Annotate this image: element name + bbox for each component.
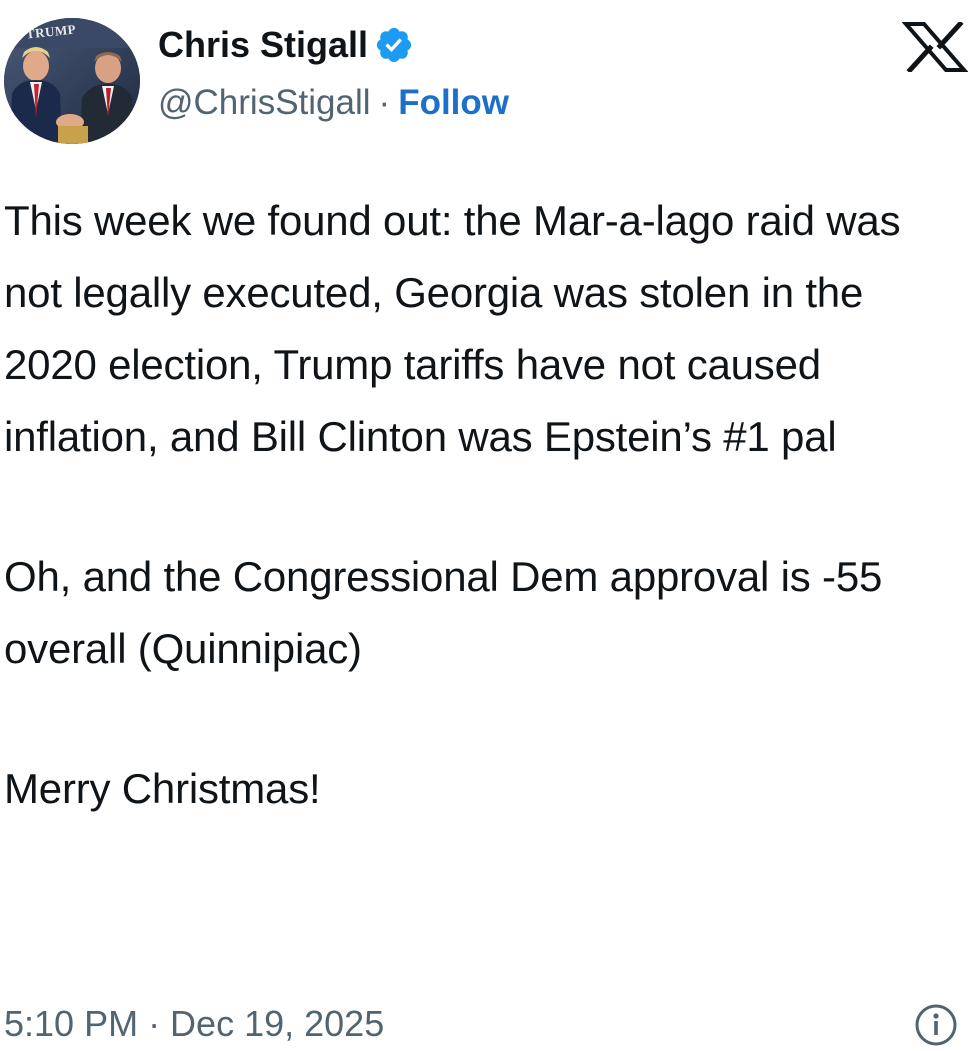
tweet-footer: 5:10 PM · Dec 19, 2025 bbox=[4, 998, 968, 1050]
avatar[interactable]: TRUMP bbox=[4, 18, 140, 144]
tweet-header: TRUMP Chris Stigall @ChrisStigall · Foll… bbox=[0, 0, 972, 160]
handle-separator: · bbox=[378, 82, 391, 122]
tweet-timestamp[interactable]: 5:10 PM · Dec 19, 2025 bbox=[4, 1002, 384, 1046]
author-handle-row: @ChrisStigall · Follow bbox=[158, 80, 509, 124]
follow-button[interactable]: Follow bbox=[398, 85, 509, 120]
author-handle[interactable]: @ChrisStigall bbox=[158, 85, 371, 120]
x-logo-icon[interactable] bbox=[902, 22, 968, 72]
tweet-paragraph: Merry Christmas! bbox=[4, 765, 321, 812]
tweet-text: This week we found out: the Mar-a-lago r… bbox=[4, 185, 964, 825]
info-icon[interactable] bbox=[910, 1002, 962, 1048]
author-name-row: Chris Stigall bbox=[158, 20, 414, 70]
tweet-paragraph: This week we found out: the Mar-a-lago r… bbox=[4, 197, 901, 460]
verified-badge-icon bbox=[374, 25, 414, 65]
tweet-paragraph: Oh, and the Congressional Dem approval i… bbox=[4, 553, 883, 672]
author-display-name[interactable]: Chris Stigall bbox=[158, 27, 368, 63]
